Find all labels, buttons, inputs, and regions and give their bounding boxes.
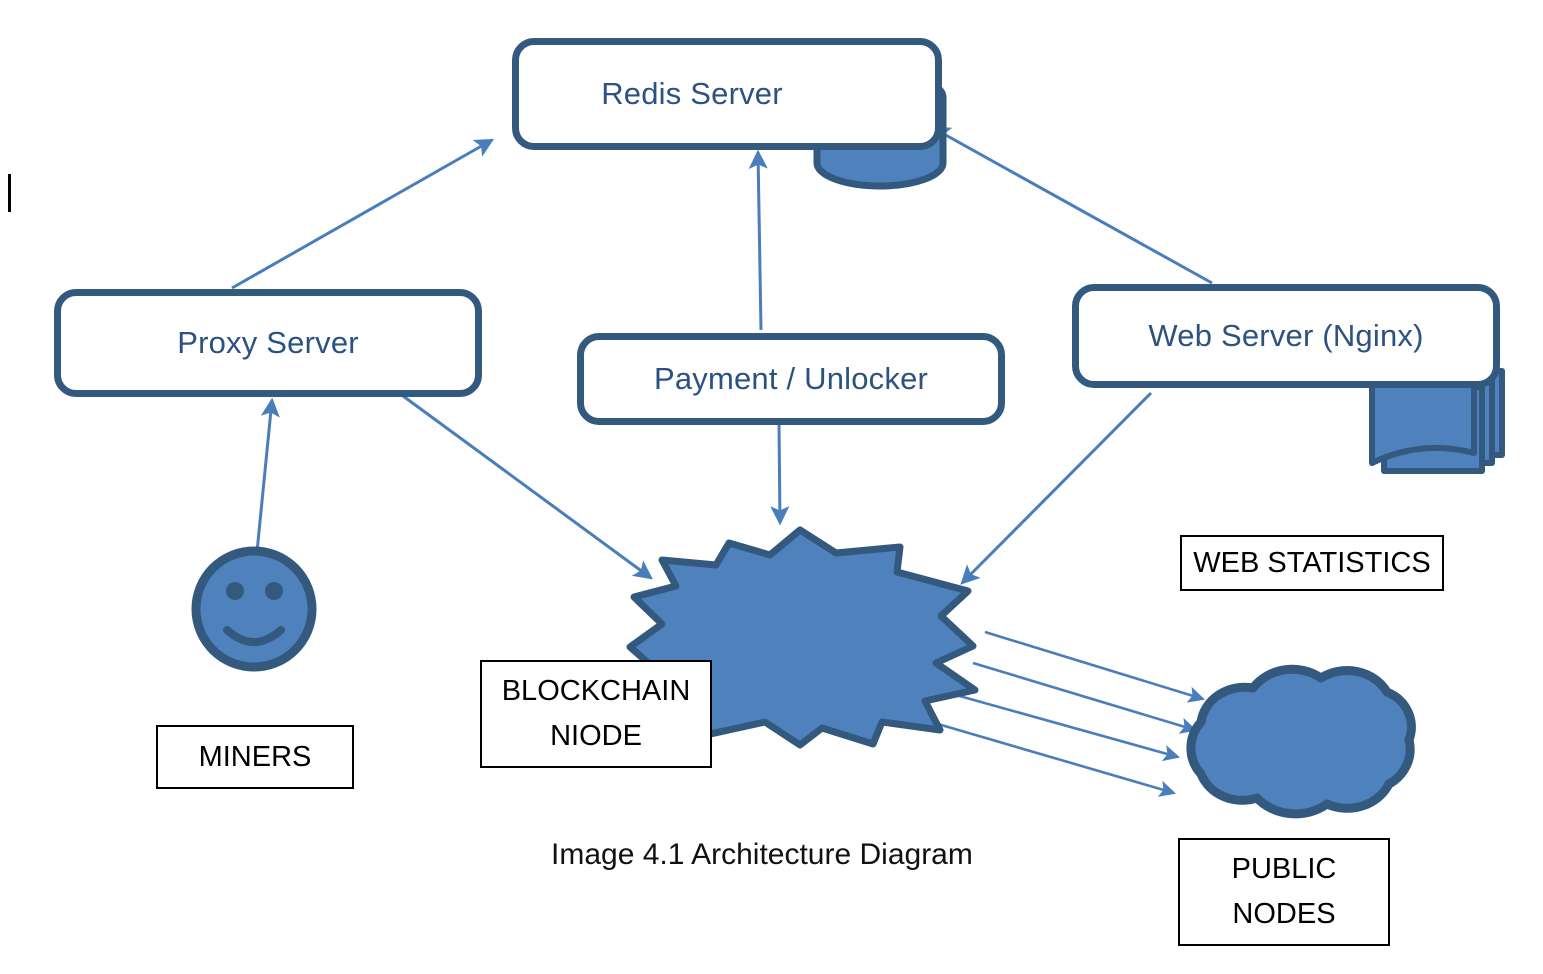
- arrow-blockchain-to-public-nodes-1: [984, 630, 1205, 703]
- arrow-blockchain-to-public-nodes-3: [937, 688, 1181, 762]
- node-redis-server[interactable]: Redis Server: [512, 38, 942, 150]
- node-redis-server-label: Redis Server: [601, 76, 783, 111]
- node-proxy-server-label: Proxy Server: [177, 325, 359, 360]
- node-web-server-label: Web Server (Nginx): [1148, 318, 1424, 353]
- node-payment-unlocker[interactable]: Payment / Unlocker: [577, 333, 1005, 425]
- label-miners[interactable]: MINERS: [156, 725, 354, 789]
- node-proxy-server[interactable]: Proxy Server: [54, 289, 482, 397]
- diagram-caption: Image 4.1 Architecture Diagram: [551, 838, 973, 871]
- arrow-payment-to-blockchain: [770, 423, 790, 526]
- label-miners-line-1: MINERS: [198, 740, 312, 773]
- arrow-proxy-to-redis: [231, 138, 495, 290]
- label-web-statistics[interactable]: WEB STATISTICS: [1180, 535, 1444, 591]
- node-payment-unlocker-label: Payment / Unlocker: [653, 361, 929, 396]
- arrow-blockchain-to-public-nodes-2: [972, 661, 1197, 734]
- label-public-nodes-line-1: PUBLIC: [1231, 853, 1337, 886]
- label-public-nodes[interactable]: PUBLIC NODES: [1178, 838, 1390, 946]
- arrow-payment-to-redis: [748, 149, 768, 331]
- smiley-face-icon[interactable]: [191, 546, 317, 672]
- label-blockchain-node-line-1: BLOCKCHAIN: [501, 675, 691, 708]
- arrow-blockchain-to-public-nodes-4: [930, 720, 1176, 797]
- text-cursor-artifact: [8, 174, 11, 212]
- cloud-icon[interactable]: [1186, 664, 1416, 819]
- label-public-nodes-line-2: NODES: [1232, 898, 1336, 930]
- arrow-miner-to-proxy: [254, 397, 280, 563]
- label-blockchain-node[interactable]: BLOCKCHAIN NIODE: [480, 660, 712, 768]
- label-blockchain-node-line-2: NIODE: [550, 720, 642, 752]
- arrow-webserver-to-redis: [930, 126, 1213, 285]
- label-web-statistics-line-1: WEB STATISTICS: [1193, 546, 1431, 579]
- node-web-server[interactable]: Web Server (Nginx): [1072, 284, 1500, 388]
